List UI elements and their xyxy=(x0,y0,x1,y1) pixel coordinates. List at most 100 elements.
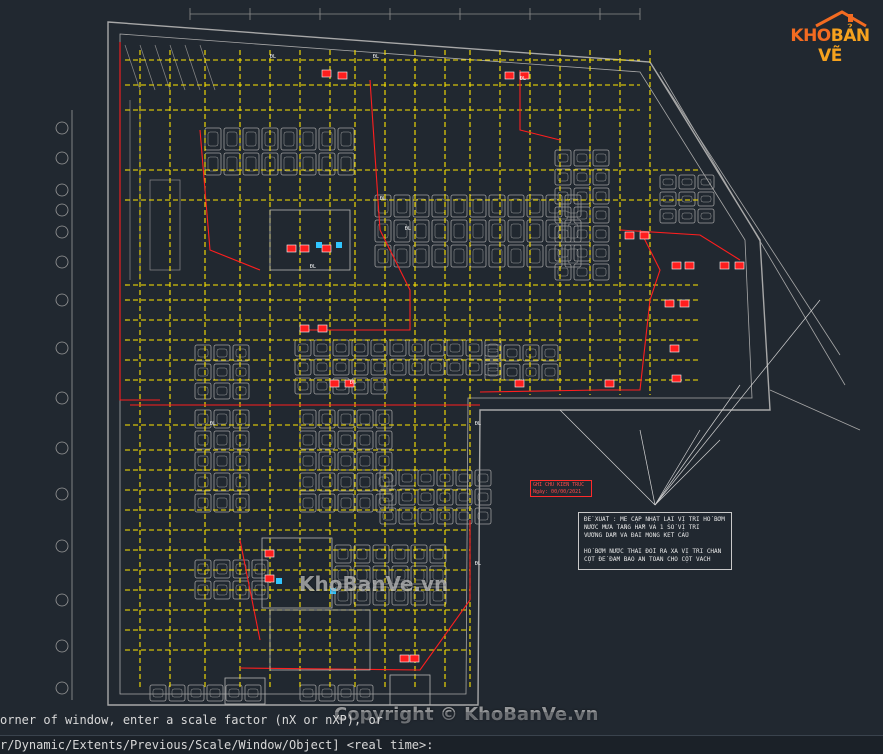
parking-bay xyxy=(573,149,591,167)
parking-bay xyxy=(187,684,205,702)
car-outline xyxy=(681,195,693,203)
car-outline xyxy=(340,476,352,488)
parking-bay xyxy=(280,127,298,151)
parking-bay xyxy=(592,149,610,167)
car-outline xyxy=(254,563,266,575)
car-outline xyxy=(354,343,366,353)
car-outline xyxy=(235,386,247,396)
cad-drawing-canvas[interactable]: ĐL ĐL ĐL ĐL ĐL ĐL ĐL ĐL ĐL ĐL xyxy=(0,0,883,753)
parking-bay xyxy=(232,344,250,362)
parking-bay xyxy=(398,488,416,506)
svg-text:ĐL: ĐL xyxy=(310,264,316,270)
car-outline xyxy=(207,156,219,172)
pump-icon xyxy=(316,242,322,248)
parking-bay xyxy=(194,363,212,381)
car-outline xyxy=(434,223,446,239)
car-outline xyxy=(576,267,588,277)
command-history-line: orner of window, enter a scale factor (n… xyxy=(0,712,883,728)
parking-bay xyxy=(337,451,355,471)
car-outline xyxy=(434,248,446,264)
distribution-panel xyxy=(604,379,615,388)
parking-bay xyxy=(659,174,677,190)
parking-bay xyxy=(573,225,591,243)
distribution-panel xyxy=(321,69,332,78)
car-outline xyxy=(420,492,432,502)
parking-bay xyxy=(332,339,350,357)
car-outline xyxy=(401,492,413,502)
parking-bay xyxy=(318,684,336,702)
parking-bay xyxy=(213,382,231,400)
note-line-1: ĐỀ XUẤT : ME CẬP NHẬT LẠI VỊ TRÍ HỐ BƠM xyxy=(584,516,725,523)
car-outline xyxy=(340,455,352,467)
distribution-panel xyxy=(671,261,682,270)
car-outline xyxy=(216,563,228,575)
building-outline xyxy=(107,21,861,706)
distribution-panel xyxy=(639,231,650,240)
parking-bay xyxy=(429,544,447,564)
parking-bay xyxy=(592,187,610,205)
parking-bay xyxy=(337,127,355,151)
distribution-panel xyxy=(734,261,745,270)
car-outline xyxy=(359,413,371,425)
parking-bay xyxy=(299,684,317,702)
car-outline xyxy=(340,434,352,446)
car-outline xyxy=(378,434,390,446)
parking-bay xyxy=(526,219,544,243)
parking-bay xyxy=(356,472,374,492)
parking-bay xyxy=(592,263,610,281)
car-outline xyxy=(359,476,371,488)
parking-bay xyxy=(318,472,336,492)
parking-bay xyxy=(353,544,371,564)
parking-bay xyxy=(507,219,525,243)
distribution-panel xyxy=(679,299,690,308)
parking-bay xyxy=(484,363,502,381)
parking-bay xyxy=(488,219,506,243)
note-line-4 xyxy=(584,540,726,548)
parking-bay xyxy=(554,149,572,167)
parking-bay xyxy=(204,127,222,151)
distribution-panel xyxy=(317,324,328,333)
car-outline xyxy=(216,476,228,488)
car-outline xyxy=(506,367,518,377)
logo-wordmark: KHOBẢN VẼ xyxy=(786,26,874,66)
note-line-3: VƯỚNG DẦM VÀ ĐÀI MÓNG KẾT CẤU xyxy=(584,532,689,539)
distribution-panel xyxy=(264,549,275,558)
parking-bay xyxy=(337,152,355,176)
car-outline xyxy=(197,348,209,358)
parking-bay xyxy=(194,382,212,400)
car-outline xyxy=(216,348,228,358)
parking-bay xyxy=(503,344,521,362)
parking-bay xyxy=(232,472,250,492)
car-outline xyxy=(378,455,390,467)
car-outline xyxy=(378,497,390,509)
parking-bay xyxy=(541,344,559,362)
car-outline xyxy=(529,198,541,214)
car-outline xyxy=(392,343,404,353)
parking-bay xyxy=(474,469,492,487)
command-prompt-input[interactable]: r/Dynamic/Extents/Previous/Scale/Window/… xyxy=(0,735,883,754)
car-outline xyxy=(415,223,427,239)
parking-bay xyxy=(313,358,331,376)
parking-bay xyxy=(194,559,212,579)
car-outline xyxy=(302,434,314,446)
pump-icon xyxy=(276,578,282,584)
car-outline xyxy=(411,362,423,372)
car-outline xyxy=(576,172,588,182)
parking-bay xyxy=(318,430,336,450)
parking-bay xyxy=(299,472,317,492)
car-outline xyxy=(595,210,607,220)
car-outline xyxy=(472,248,484,264)
parking-bay xyxy=(299,127,317,151)
car-outline xyxy=(197,455,209,467)
car-outline xyxy=(430,362,442,372)
parking-bay xyxy=(659,208,677,224)
parking-bay xyxy=(450,244,468,268)
parking-bay xyxy=(232,430,250,450)
car-outline xyxy=(700,195,712,203)
car-outline xyxy=(235,476,247,488)
parking-bay xyxy=(573,244,591,262)
distribution-panel xyxy=(337,71,348,80)
car-outline xyxy=(245,131,257,147)
svg-text:ĐL: ĐL xyxy=(350,380,356,386)
parking-bay xyxy=(337,430,355,450)
